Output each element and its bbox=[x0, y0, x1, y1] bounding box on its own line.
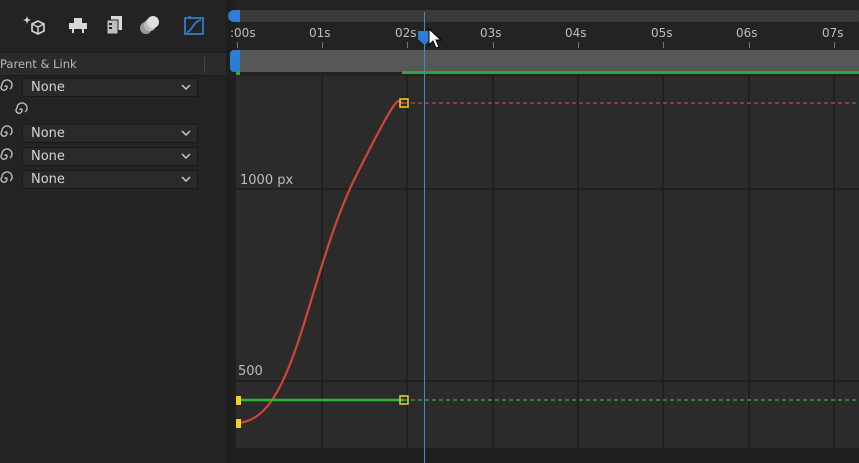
ruler-tick bbox=[407, 42, 408, 48]
parent-dropdown-value: None bbox=[31, 172, 65, 187]
graph-editor: :00s 01s 02s 03s 04s 05s 06s 07s 1000 px… bbox=[228, 0, 859, 463]
shape-stack-icon[interactable] bbox=[65, 12, 91, 38]
graph-bottom-bar bbox=[236, 448, 859, 463]
time-tick-label: 06s bbox=[736, 26, 758, 40]
ruler-tick bbox=[663, 42, 664, 48]
parent-dropdown[interactable]: None bbox=[22, 170, 198, 189]
ruler-tick bbox=[237, 42, 238, 48]
column-divider[interactable] bbox=[204, 57, 205, 73]
pick-whip-icon[interactable] bbox=[13, 102, 29, 118]
parent-dropdown[interactable]: None bbox=[22, 78, 198, 97]
time-tick-label: :00s bbox=[230, 26, 256, 40]
layer-row: None bbox=[0, 122, 226, 145]
keyframe-red-start bbox=[236, 419, 241, 428]
ruler-tick bbox=[749, 42, 750, 48]
ruler-tick bbox=[578, 42, 579, 48]
keyframe-green-start bbox=[236, 396, 241, 405]
sparkle-cube-icon[interactable] bbox=[21, 12, 47, 38]
layer-duration-start bbox=[236, 71, 240, 75]
graph-plot-area[interactable]: 1000 px 500 bbox=[236, 76, 859, 448]
layer-list: None None None None bbox=[0, 76, 226, 191]
parent-link-column-header[interactable]: Parent & Link bbox=[0, 52, 226, 76]
layer-row: None bbox=[0, 145, 226, 168]
parent-dropdown[interactable]: None bbox=[22, 147, 198, 166]
parent-dropdown-value: None bbox=[31, 149, 65, 164]
time-tick-label: 01s bbox=[309, 26, 331, 40]
ruler-tick bbox=[322, 42, 323, 48]
time-tick-label: 03s bbox=[480, 26, 502, 40]
parent-dropdown-value: None bbox=[31, 80, 65, 95]
time-navigator-start-handle[interactable] bbox=[228, 10, 240, 22]
graph-canvas[interactable] bbox=[236, 76, 859, 448]
parent-dropdown-value: None bbox=[31, 126, 65, 141]
time-tick-label: 02s bbox=[395, 26, 417, 40]
chevron-down-icon bbox=[181, 84, 191, 90]
chevron-down-icon bbox=[181, 130, 191, 136]
motion-blur-icon[interactable] bbox=[136, 12, 162, 38]
parent-dropdown[interactable]: None bbox=[22, 124, 198, 143]
work-area-bar[interactable] bbox=[236, 50, 859, 72]
film-stack-icon[interactable] bbox=[101, 12, 127, 38]
pick-whip-icon[interactable] bbox=[0, 148, 14, 164]
time-tick-label: 04s bbox=[565, 26, 587, 40]
work-area-start-handle[interactable] bbox=[230, 50, 240, 72]
value-axis-label: 500 bbox=[238, 364, 263, 379]
column-header-label: Parent & Link bbox=[0, 57, 77, 71]
pick-whip-icon[interactable] bbox=[0, 79, 14, 95]
ruler-tick bbox=[834, 42, 835, 48]
layer-row bbox=[0, 99, 226, 122]
pick-whip-icon[interactable] bbox=[0, 171, 14, 187]
value-axis-label: 1000 px bbox=[240, 173, 294, 188]
time-navigator-bar[interactable] bbox=[236, 10, 859, 22]
graph-editor-icon[interactable] bbox=[181, 12, 207, 38]
pick-whip-icon[interactable] bbox=[0, 125, 14, 141]
chevron-down-icon bbox=[181, 176, 191, 182]
mouse-cursor-icon bbox=[428, 28, 442, 49]
chevron-down-icon bbox=[181, 153, 191, 159]
layer-duration-bar bbox=[402, 71, 859, 74]
time-tick-label: 07s bbox=[822, 26, 844, 40]
layers-panel: Parent & Link None None None None bbox=[0, 0, 226, 463]
time-ruler[interactable]: :00s 01s 02s 03s 04s 05s 06s 07s bbox=[230, 22, 859, 48]
ruler-tick bbox=[493, 42, 494, 48]
layer-row: None bbox=[0, 168, 226, 191]
time-tick-label: 05s bbox=[651, 26, 673, 40]
layer-row: None bbox=[0, 76, 226, 99]
playhead-line[interactable] bbox=[424, 12, 425, 463]
timeline-toolbar bbox=[0, 0, 226, 52]
